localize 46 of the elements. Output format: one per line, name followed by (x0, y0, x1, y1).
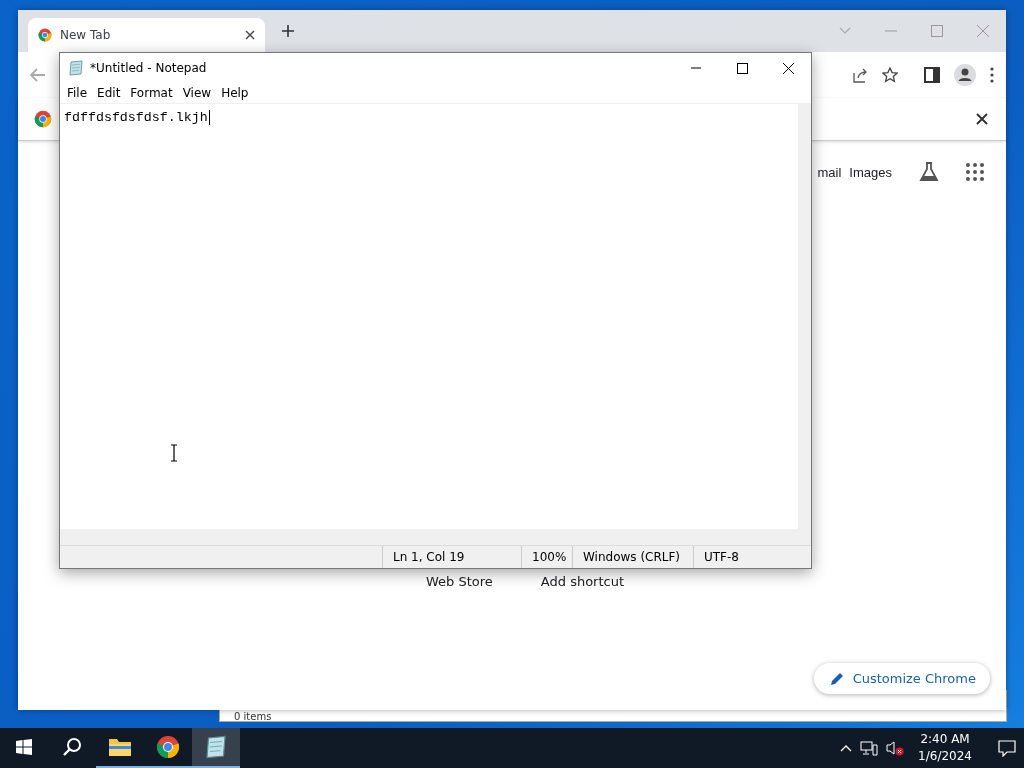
menu-item[interactable]: Help (216, 86, 254, 100)
text-content[interactable]: fdffdsfdsfdsf.lkjh (64, 110, 210, 125)
menu-item[interactable]: File (62, 86, 93, 100)
shortcut-label[interactable]: Web Store (426, 574, 493, 589)
close-icon[interactable] (976, 113, 988, 125)
avatar-icon[interactable] (954, 64, 976, 86)
apps-grid-icon[interactable] (966, 163, 984, 181)
pencil-icon (829, 671, 844, 686)
window-title: *Untitled - Notepad (90, 61, 207, 75)
taskbar-app[interactable] (192, 728, 240, 768)
menu-icon[interactable] (990, 67, 994, 83)
chevron-up-icon[interactable] (840, 744, 853, 752)
menu-item[interactable]: Edit (92, 86, 126, 100)
speaker-muted-icon[interactable] (886, 740, 905, 756)
clock-time: 2:40 AM (920, 731, 970, 748)
clock[interactable]: 2:40 AM 1/6/2024 (912, 731, 978, 765)
share-icon[interactable] (852, 67, 868, 83)
flask-icon[interactable] (918, 161, 940, 183)
vertical-scrollbar[interactable] (798, 104, 811, 529)
header-link[interactable]: mail (817, 164, 842, 180)
menu-item[interactable]: Format (125, 86, 178, 100)
new-tab-icon[interactable] (281, 24, 295, 38)
folder-icon (108, 737, 132, 757)
customize-button[interactable]: Customize Chrome (813, 663, 990, 694)
status-field: Windows (CRLF) (572, 546, 693, 568)
status-field: UTF-8 (693, 546, 794, 568)
chrome-icon[interactable] (156, 735, 180, 759)
clock-date: 1/6/2024 (918, 748, 972, 765)
star-icon[interactable] (882, 67, 898, 83)
close-icon[interactable] (245, 30, 255, 40)
search-icon (62, 737, 82, 757)
notepad-icon (204, 735, 228, 759)
network-icon[interactable] (860, 740, 879, 756)
browser-tab[interactable]: New Tab (28, 18, 265, 52)
status-field: 100% (521, 546, 572, 568)
side-panel-icon[interactable] (924, 67, 940, 83)
shortcut-label[interactable]: Add shortcut (540, 574, 625, 589)
windows-icon (16, 739, 32, 755)
menu-item[interactable]: View (177, 86, 217, 100)
notification-icon[interactable] (998, 739, 1016, 757)
text-cursor-icon (170, 444, 178, 462)
status-text: 0 items (234, 711, 272, 722)
horizontal-scrollbar[interactable] (60, 529, 811, 545)
status-field: Ln 1, Col 19 (382, 546, 521, 568)
header-link[interactable]: Images (849, 164, 892, 180)
notepad-icon (68, 60, 84, 76)
